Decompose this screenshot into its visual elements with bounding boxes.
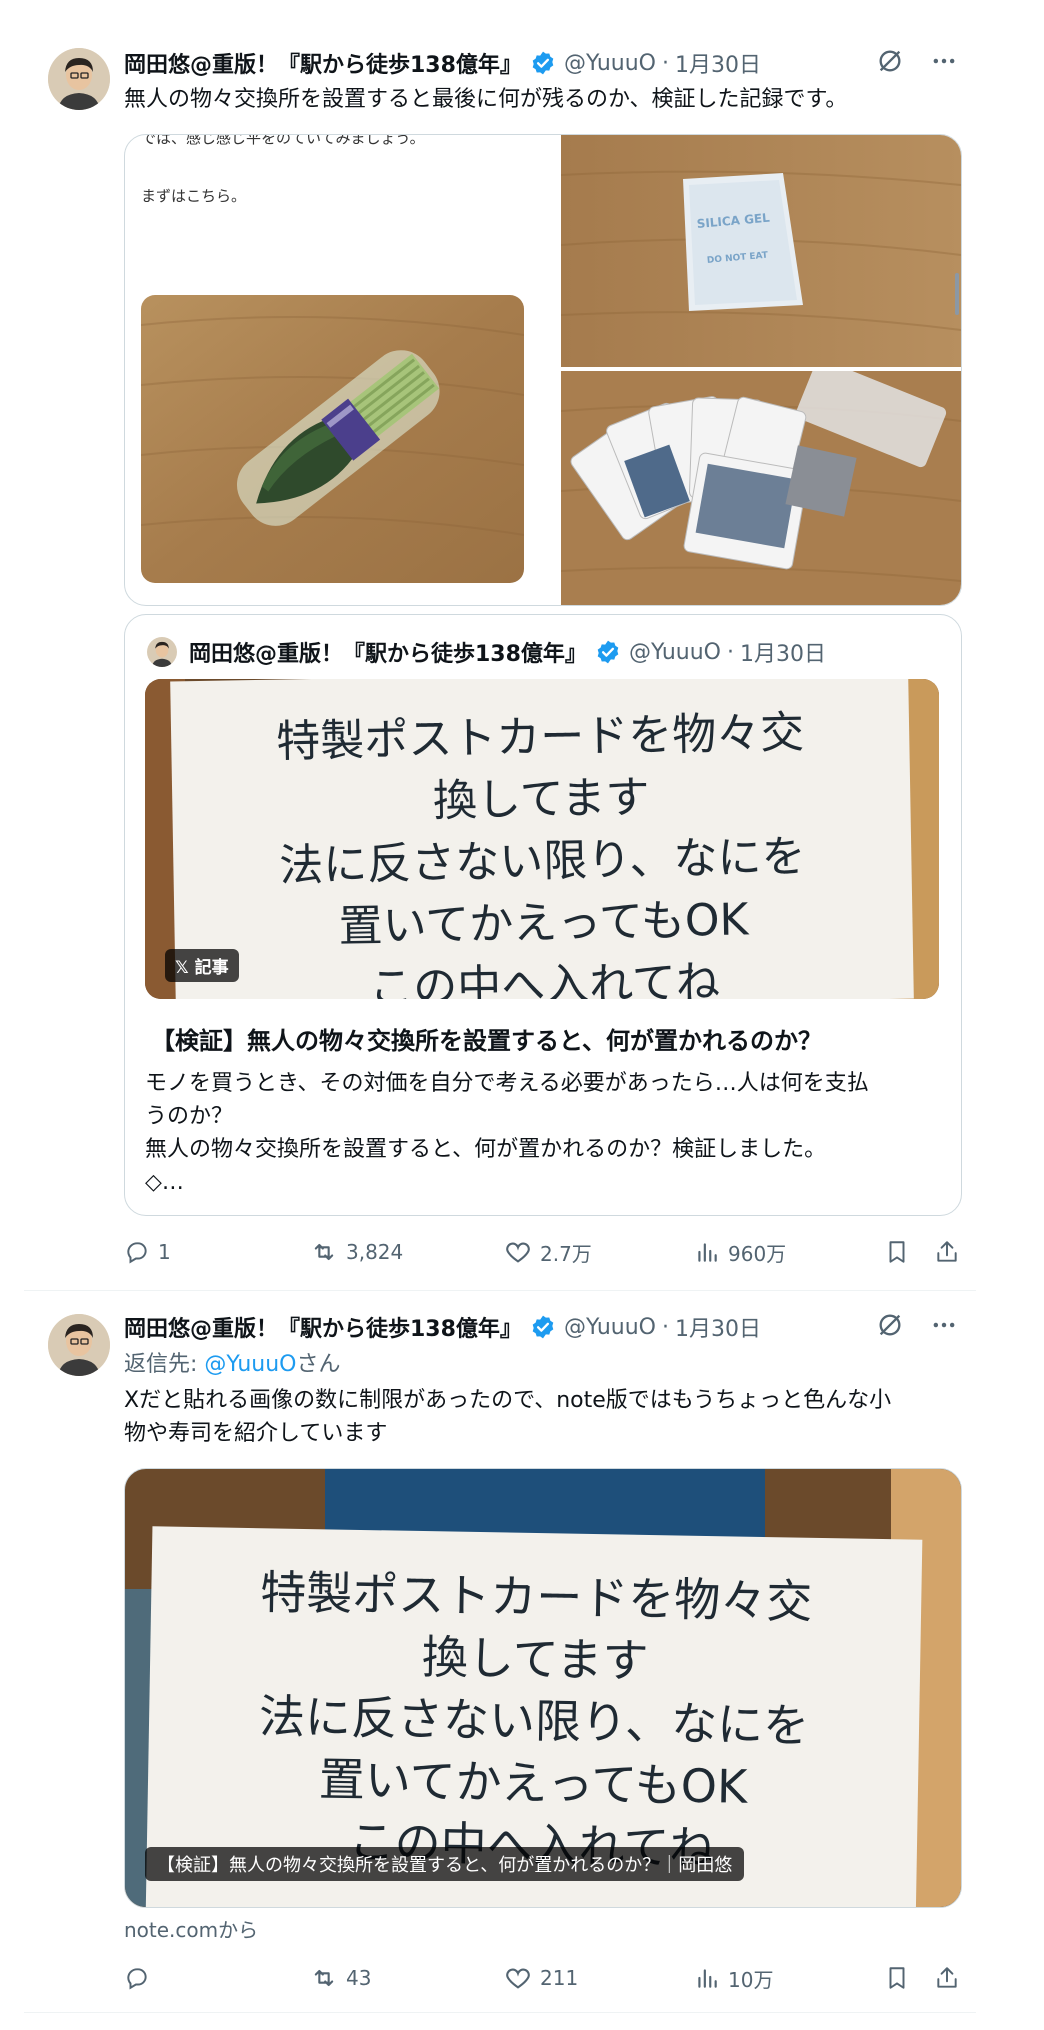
quoted-avatar[interactable] — [147, 637, 177, 667]
avatar-portrait-icon — [48, 1314, 110, 1376]
author-handle[interactable]: @YuuuO — [564, 1315, 656, 1340]
quoted-article-card[interactable]: 岡田悠@重版！『駅から徒歩138億年』 @YuuuO · 1月30日 特製ポスト… — [124, 614, 962, 1216]
like-button[interactable]: 211 — [504, 1958, 578, 1998]
bookmark-button[interactable] — [884, 1958, 910, 1998]
reply-count: 1 — [158, 1240, 171, 1264]
repost-icon — [314, 1243, 334, 1261]
tweet-date[interactable]: 1月30日 — [675, 47, 761, 79]
tweet-header: 岡田悠@重版！『駅から徒歩138億年』 @YuuuO · 1月30日 — [124, 1310, 761, 1344]
share-button[interactable] — [934, 1232, 960, 1272]
reply-button[interactable] — [124, 1958, 158, 1998]
author-handle[interactable]: @YuuuO — [564, 51, 656, 76]
like-button[interactable]: 2.7万 — [504, 1232, 592, 1272]
tweet-2: 岡田悠@重版！『駅から徒歩138億年』 @YuuuO · 1月30日 返信先: … — [0, 1290, 1044, 2010]
views-icon — [698, 1969, 717, 1988]
grok-icon[interactable] — [876, 47, 904, 79]
tweet-divider — [24, 2012, 976, 2013]
separator-dot: · — [727, 639, 734, 665]
article-badge: 𝕏 記事 — [165, 949, 239, 982]
sign-paper: 特製ポストカードを物々交 換してます 法に反さない限り、なにを 置いてかえっても… — [170, 679, 914, 999]
repost-button[interactable]: 3,824 — [310, 1232, 403, 1272]
verified-badge-icon — [595, 639, 621, 665]
repost-count: 3,824 — [346, 1240, 404, 1264]
link-card-title: 【検証】無人の物々交換所を設置すると、何が置かれるのか？｜岡田悠 — [145, 1847, 745, 1881]
scrollbar[interactable] — [955, 273, 959, 315]
verified-badge-icon — [530, 1314, 556, 1340]
avatar-portrait-icon — [48, 48, 110, 110]
tweet-actions: 1 3,824 2.7万 960万 — [124, 1232, 960, 1272]
article-top-text: では、感じ感じ平をのていてみましょう。 — [141, 134, 425, 147]
reply-icon — [127, 1968, 147, 1990]
article-title[interactable]: 【検証】無人の物々交換所を設置すると、何が置かれるのか？ — [151, 1021, 822, 1056]
tweet-text: Xだと貼れる画像の数に制限があったので、note版ではもうちょっと色んな小 物や… — [124, 1384, 964, 1450]
verified-badge-icon — [530, 50, 556, 76]
share-icon — [937, 1241, 957, 1262]
tweet-text-line-2: 物や寿司を紹介しています — [124, 1421, 388, 1446]
header-actions — [876, 1310, 958, 1344]
quoted-date[interactable]: 1月30日 — [740, 636, 826, 668]
heart-icon — [506, 1242, 530, 1263]
author-avatar[interactable] — [48, 1314, 110, 1376]
link-source[interactable]: note.comから — [124, 1914, 258, 1943]
article-intro-text: まずはこちら。 — [141, 187, 247, 205]
article-preview-card[interactable]: では、感じ感じ平をのていてみましょう。 まずはこちら。 SILICA GEL D… — [124, 134, 962, 606]
vegetable-photo[interactable] — [141, 295, 524, 583]
separator-dot: · — [662, 1314, 669, 1340]
quoted-handle[interactable]: @YuuuO — [629, 640, 721, 665]
bookmark-button[interactable] — [884, 1232, 910, 1272]
playing-cards-photo[interactable] — [560, 358, 961, 605]
quoted-author-name[interactable]: 岡田悠@重版！『駅から徒歩138億年』 — [189, 636, 587, 668]
repost-button[interactable]: 43 — [310, 1958, 371, 1998]
author-name[interactable]: 岡田悠@重版！『駅から徒歩138億年』 — [124, 47, 522, 79]
reply-handle-link[interactable]: @YuuuO — [204, 1352, 296, 1377]
reply-icon — [127, 1242, 147, 1264]
excerpt-line-3: 無人の物々交換所を設置すると、何が置かれるのか？検証しました。 — [145, 1137, 827, 1162]
grok-icon[interactable] — [876, 1311, 904, 1343]
excerpt-line-1: モノを買うとき、その対価を自分で考える必要があったら…人は何を支払 — [145, 1071, 869, 1096]
tweet-1: 岡田悠@重版！『駅から徒歩138億年』 @YuuuO · 1月30日 無人の物々… — [0, 0, 1044, 1290]
bookmark-icon — [889, 1967, 905, 1989]
reply-button[interactable]: 1 — [124, 1232, 171, 1272]
bookmark-icon — [889, 1241, 905, 1263]
reply-context: 返信先: @YuuuOさん — [124, 1346, 340, 1378]
article-excerpt: モノを買うとき、その対価を自分で考える必要があったら…人は何を支払 うのか？ 無… — [145, 1067, 945, 1199]
reply-prefix: 返信先: — [124, 1352, 205, 1377]
link-card[interactable]: 特製ポストカードを物々交 換してます 法に反さない限り、なにを 置いてかえっても… — [124, 1468, 962, 1908]
tweet-date[interactable]: 1月30日 — [675, 1311, 761, 1343]
views-button[interactable]: 960万 — [694, 1232, 786, 1272]
share-icon — [937, 1967, 957, 1988]
like-count: 2.7万 — [540, 1241, 592, 1266]
heart-icon — [506, 1968, 530, 1989]
author-avatar[interactable] — [48, 48, 110, 110]
tweet-text-line-1: Xだと貼れる画像の数に制限があったので、note版ではもうちょっと色んな小 — [124, 1388, 892, 1413]
repost-icon — [314, 1969, 334, 1987]
more-options-icon[interactable] — [930, 1311, 958, 1343]
tweet-text: 無人の物々交換所を設置すると最後に何が残るのか、検証した記録です。 — [124, 87, 848, 112]
like-count: 211 — [540, 1966, 579, 1990]
excerpt-line-4: ◇… — [145, 1170, 184, 1195]
views-icon — [698, 1243, 717, 1262]
views-count: 10万 — [728, 1967, 774, 1992]
reply-suffix: さん — [296, 1352, 341, 1377]
header-actions — [876, 46, 958, 80]
repost-count: 43 — [346, 1966, 372, 1990]
separator-dot: · — [662, 50, 669, 76]
author-name[interactable]: 岡田悠@重版！『駅から徒歩138億年』 — [124, 1311, 522, 1343]
tweet-header: 岡田悠@重版！『駅から徒歩138億年』 @YuuuO · 1月30日 — [124, 46, 761, 80]
more-options-icon[interactable] — [930, 47, 958, 79]
excerpt-line-2: うのか？ — [145, 1104, 234, 1129]
views-button[interactable]: 10万 — [694, 1958, 773, 1998]
share-button[interactable] — [934, 1958, 960, 1998]
postcard-sign-image[interactable]: 特製ポストカードを物々交 換してます 法に反さない限り、なにを 置いてかえっても… — [145, 679, 939, 999]
quoted-header: 岡田悠@重版！『駅から徒歩138億年』 @YuuuO · 1月30日 — [189, 635, 826, 669]
tweet-actions: 43 211 10万 — [124, 1958, 960, 1998]
silica-gel-photo[interactable]: SILICA GEL DO NOT EAT — [560, 135, 961, 367]
views-count: 960万 — [728, 1241, 787, 1266]
